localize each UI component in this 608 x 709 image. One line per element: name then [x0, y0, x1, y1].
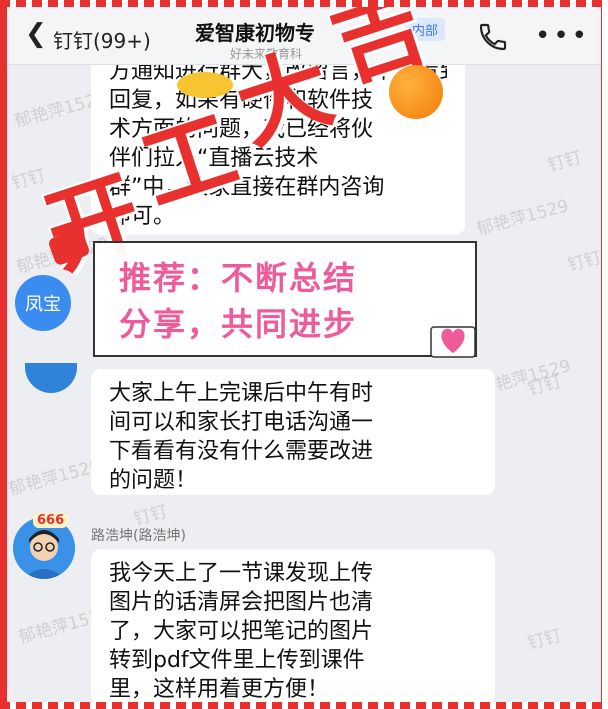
- group-title: 爱智康初物专: [195, 21, 315, 45]
- message-line: 转到pdf文件里上传到课件: [109, 648, 365, 673]
- message-line: 了，大家可以把笔记的图片: [109, 619, 374, 644]
- chat-header: ❮ 钉钉(99+) 爱智康初物专 内部 好未来教育科 •••: [7, 7, 601, 65]
- gold-ingot-sticker: [177, 72, 233, 98]
- back-label[interactable]: 钉钉(99+): [53, 25, 151, 54]
- message-line: 大家上午上完课后中午有时: [109, 381, 374, 406]
- message-line: 的问题！: [109, 468, 198, 493]
- watermark: 钉钉: [545, 147, 584, 176]
- group-subtitle: 好未来教育科: [230, 47, 303, 61]
- recommend-line: 推荐：不断总结: [119, 259, 358, 297]
- sender-name: 路浩坤(路浩坤): [91, 528, 186, 544]
- more-options-icon[interactable]: •••: [535, 23, 590, 49]
- watermark: 郁艳萍1529: [7, 456, 103, 500]
- watermark: 钉钉: [9, 165, 48, 194]
- internal-badge: 内部: [405, 18, 446, 41]
- avatar[interactable]: 凤宝: [15, 275, 71, 331]
- back-arrow-icon[interactable]: ❮: [25, 21, 47, 47]
- message-line: 图片的话清屏会把图片也清: [109, 590, 374, 615]
- message-line: 术方面的问题，我已经将伙: [109, 117, 374, 142]
- orange-sticker: [389, 65, 443, 119]
- message-line: 群”中，大家直接在群内咨询: [109, 175, 385, 200]
- message-line: 伴们拉入“直播云技术: [109, 146, 319, 171]
- recommend-card: 推荐：不断总结 分享，共同进步: [93, 241, 477, 358]
- phone-icon[interactable]: [477, 21, 509, 53]
- watermark: 钉钉: [565, 247, 601, 276]
- heart-icon: [430, 326, 476, 358]
- avatar-badge: 666: [33, 513, 69, 528]
- watermark: 郁艳萍1529: [474, 196, 571, 240]
- message-line: 我今天上了一节课发现上传: [109, 561, 374, 586]
- message-line: 下看看有没有什么需要改进: [109, 439, 374, 464]
- watermark: 钉钉: [525, 625, 564, 654]
- avatar[interactable]: [25, 363, 77, 393]
- message-bubble[interactable]: 我今天上了一节课发现上传 图片的话清屏会把图片也清 了，大家可以把笔记的图片 转…: [91, 549, 495, 702]
- message-bubble[interactable]: 大家上午上完课后中午有时 间可以和家长打电话沟通一 下看看有没有什么需要改进 的…: [91, 369, 495, 495]
- message-line: 里，这样用着更方便！: [109, 677, 330, 702]
- recommend-line: 分享，共同进步: [119, 305, 358, 343]
- message-line: 间可以和家长打电话沟通一: [109, 410, 374, 435]
- message-line: 即可。: [109, 204, 176, 229]
- chat-screen: ❮ 钉钉(99+) 爱智康初物专 内部 好未来教育科 ••• 郁艳萍1529 钉…: [7, 7, 601, 702]
